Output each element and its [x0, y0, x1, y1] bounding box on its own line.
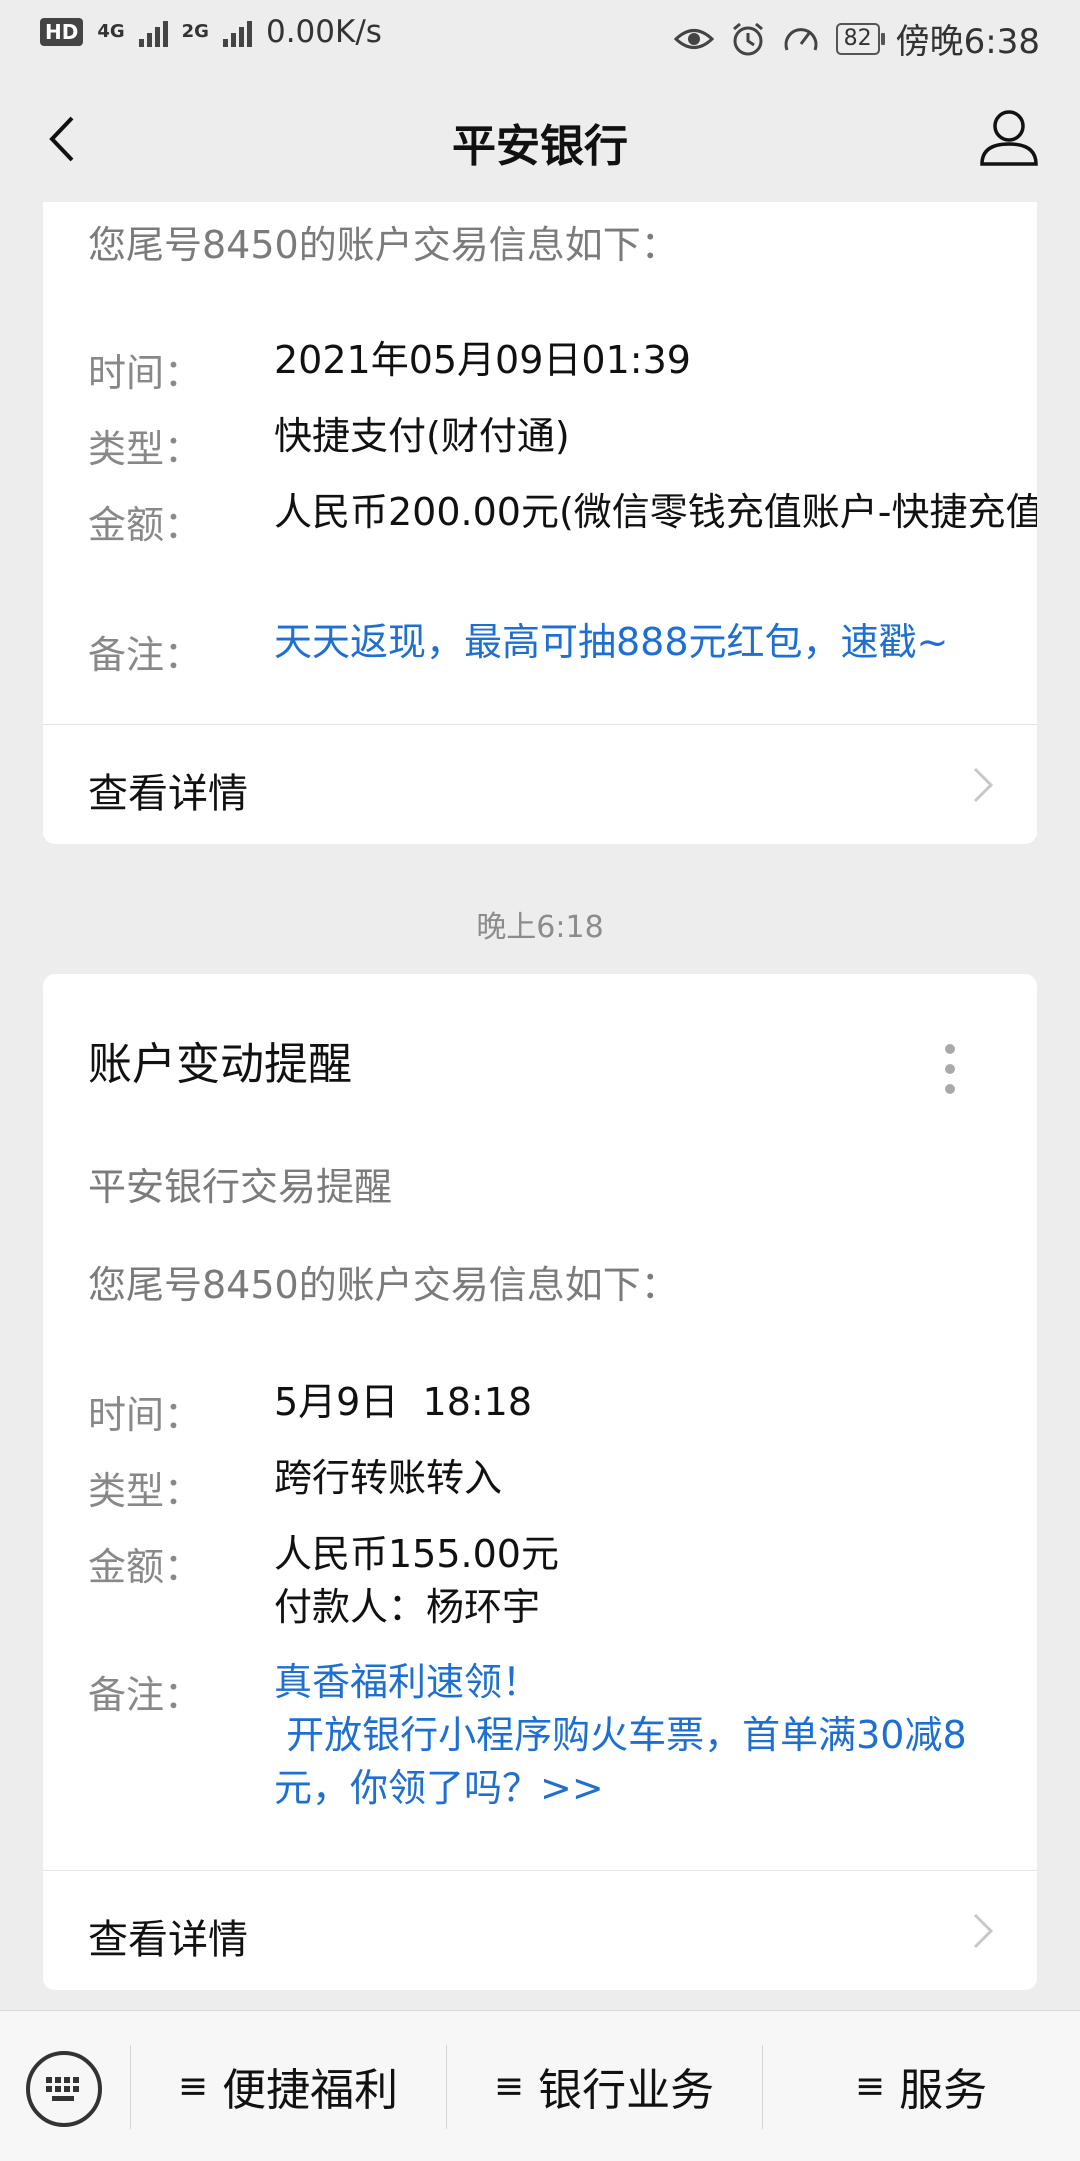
- battery-icon: 82: [835, 22, 885, 55]
- menu-list-icon: ≡: [493, 2065, 525, 2107]
- view-details-button[interactable]: 查看详情: [43, 1871, 1037, 1990]
- type-value: 快捷支付(财付通): [274, 414, 570, 458]
- menu-label: 银行业务: [538, 2065, 715, 2116]
- type-label: 类型：: [88, 427, 203, 471]
- remark-label: 备注：: [88, 1673, 203, 1717]
- clock: 傍晚6:38: [895, 22, 1040, 62]
- menu-list-icon: ≡: [177, 2065, 209, 2107]
- payer-value: 付款人：杨环宇: [274, 1585, 541, 1629]
- keyboard-icon: [46, 2077, 79, 2101]
- transaction-card-1: 您尾号8450的账户交易信息如下： 时间： 2021年05月09日01:39 类…: [43, 202, 1037, 844]
- network-speed: 0.00K/s: [265, 14, 382, 50]
- hd-badge: HD: [40, 18, 84, 46]
- type-label: 类型：: [88, 1469, 203, 1513]
- card-title: 账户变动提醒: [88, 1039, 352, 1090]
- view-details-button[interactable]: 查看详情: [43, 725, 1037, 844]
- keyboard-toggle-button[interactable]: [26, 2051, 102, 2127]
- sim2-network-type: 2G: [181, 21, 209, 42]
- type-value: 跨行转账转入: [274, 1456, 503, 1500]
- amount-label: 金额：: [88, 503, 203, 547]
- sim1-network-type: 4G: [97, 21, 125, 42]
- view-details-label: 查看详情: [88, 771, 248, 817]
- signal-icon: [138, 17, 168, 47]
- menu-services[interactable]: ≡ 服务: [762, 2011, 1080, 2161]
- card-subtitle: 平安银行交易提醒: [88, 1165, 393, 1209]
- time-label: 时间：: [88, 1393, 203, 1437]
- menu-label: 便捷福利: [222, 2065, 399, 2116]
- navigation-bar: 平安银行: [0, 76, 1080, 202]
- time-value: 5月9日 18:18: [274, 1380, 533, 1424]
- menu-label: 服务: [899, 2065, 988, 2116]
- account-intro: 您尾号8450的账户交易信息如下：: [88, 1263, 679, 1307]
- amount-value: 人民币200.00元(微信零钱充值账户-快捷充值): [274, 490, 1037, 534]
- more-options-icon[interactable]: [943, 1044, 957, 1100]
- status-bar: HD 4G 2G 0.00K/s 82 傍晚6:38: [0, 0, 1080, 76]
- user-profile-icon[interactable]: [978, 106, 1040, 168]
- speedometer-icon: [784, 27, 818, 51]
- remark-link-body[interactable]: 开放银行小程序购火车票，首单满30减8元，你领了吗？>>: [274, 1709, 1034, 1815]
- bottom-menu-bar: ≡ 便捷福利 ≡ 银行业务 ≡ 服务: [0, 2010, 1080, 2161]
- time-label: 时间：: [88, 351, 203, 395]
- page-title: 平安银行: [452, 121, 628, 172]
- remark-label: 备注：: [88, 633, 203, 677]
- message-timestamp: 晚上6:18: [476, 910, 604, 945]
- view-details-label: 查看详情: [88, 1917, 248, 1963]
- chevron-right-icon: [973, 1913, 994, 1949]
- remark-link-title[interactable]: 真香福利速领！: [274, 1656, 1037, 1709]
- eye-icon: [673, 28, 714, 49]
- amount-label: 金额：: [88, 1545, 203, 1589]
- chevron-right-icon: [973, 767, 994, 803]
- alarm-icon: [732, 22, 763, 55]
- menu-list-icon: ≡: [854, 2065, 886, 2107]
- menu-convenient-benefits[interactable]: ≡ 便捷福利: [130, 2011, 446, 2161]
- amount-value: 人民币155.00元: [274, 1532, 559, 1576]
- time-value: 2021年05月09日01:39: [274, 338, 691, 382]
- signal-icon: [222, 17, 252, 47]
- account-intro: 您尾号8450的账户交易信息如下：: [88, 223, 679, 267]
- transaction-card-2: 账户变动提醒 平安银行交易提醒 您尾号8450的账户交易信息如下： 时间： 5月…: [43, 974, 1037, 1990]
- remark-link[interactable]: 天天返现，最高可抽888元红包，速戳~: [274, 616, 1037, 669]
- menu-bank-business[interactable]: ≡ 银行业务: [446, 2011, 762, 2161]
